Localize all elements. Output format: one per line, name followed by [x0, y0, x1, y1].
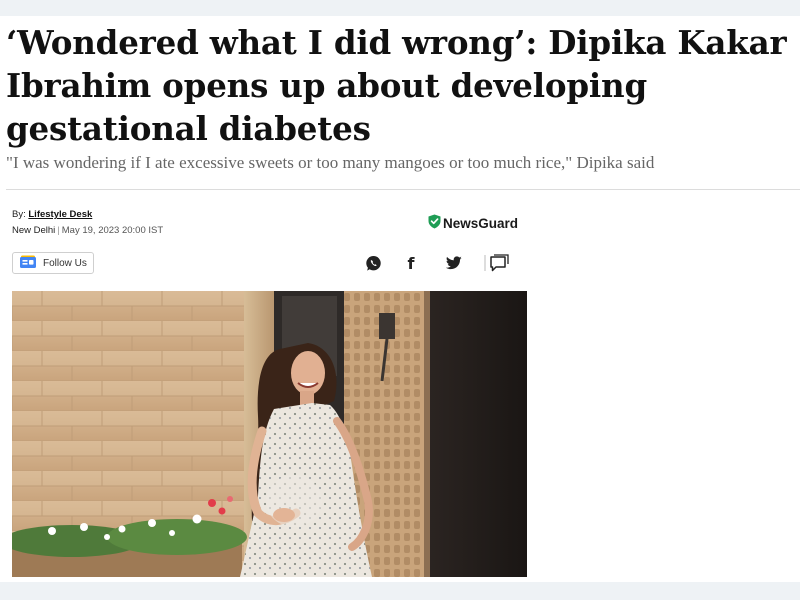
newsguard-label: NewsGuard [443, 215, 519, 231]
divider [6, 189, 800, 190]
author-link[interactable]: Lifestyle Desk [28, 209, 92, 220]
comment-icon[interactable] [483, 254, 513, 272]
newsguard-badge[interactable]: NewsGuard [428, 214, 518, 232]
article-headline: ‘Wondered what I did wrong’: Dipika Kaka… [6, 23, 787, 148]
google-news-icon [19, 255, 37, 272]
article-hero-image[interactable] [12, 291, 527, 577]
twitter-icon[interactable] [445, 254, 463, 272]
facebook-icon[interactable]: f [402, 253, 420, 273]
location: New Delhi [12, 225, 56, 236]
article-page: ‘Wondered what I did wrong’: Dipika Kaka… [0, 16, 800, 582]
byline-prefix: By: [12, 209, 26, 220]
byline: By: Lifestyle Desk [12, 209, 92, 220]
publish-date: May 19, 2023 20:00 IST [61, 225, 164, 236]
dateline-separator: | [57, 225, 60, 236]
dateline: New Delhi | May 19, 2023 20:00 IST [12, 225, 163, 236]
whatsapp-icon[interactable] [364, 254, 382, 272]
article-subhead: "I was wondering if I ate excessive swee… [6, 153, 655, 172]
follow-us-button[interactable]: Follow Us [12, 252, 94, 274]
facebook-glyph: f [407, 253, 415, 273]
follow-us-label: Follow Us [43, 257, 87, 269]
shield-check-icon [428, 214, 441, 232]
